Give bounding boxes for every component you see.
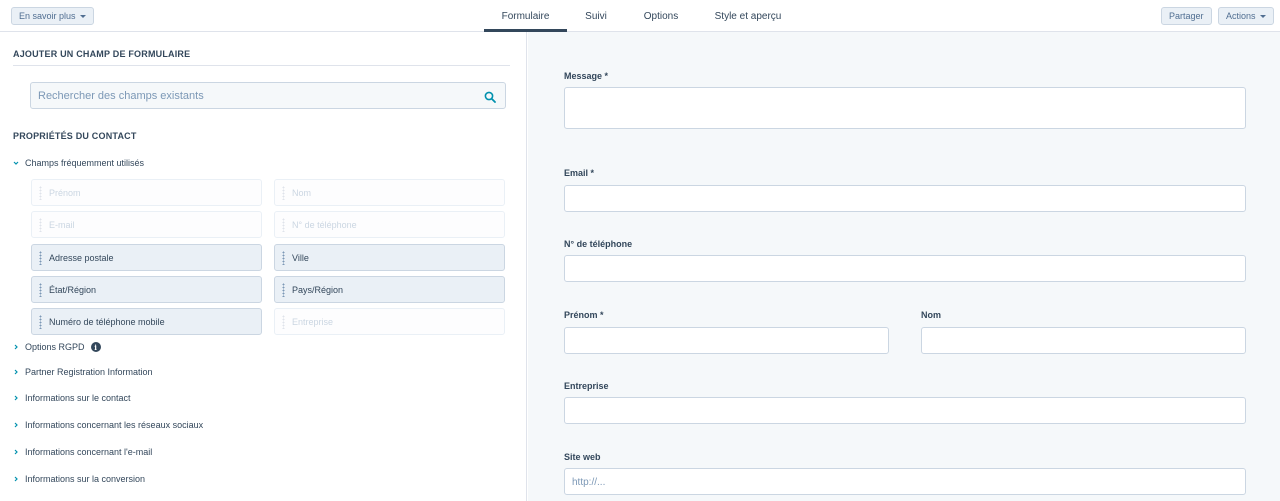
field-chip-label: Adresse postale xyxy=(49,252,114,263)
top-bar: En savoir plus Formulaire Suivi Options … xyxy=(0,0,1280,32)
lastname-label: Nom xyxy=(921,310,941,320)
message-textarea[interactable] xyxy=(564,87,1246,129)
firstname-input[interactable] xyxy=(564,327,889,354)
drag-handle-icon[interactable] xyxy=(39,315,42,329)
tab-formulaire[interactable]: Formulaire xyxy=(484,0,567,32)
drag-handle-icon[interactable] xyxy=(39,283,42,297)
tab-label: Suivi xyxy=(585,10,607,22)
field-chip-label: Numéro de téléphone mobile xyxy=(49,316,165,327)
actions-label: Actions xyxy=(1226,11,1256,21)
chevron-right-icon xyxy=(13,369,19,375)
field-chip-telephone: N° de téléphone xyxy=(274,211,505,238)
field-chip-prenom: Prénom xyxy=(31,179,262,206)
drag-handle-icon xyxy=(282,186,285,200)
field-sidebar: AJOUTER UN CHAMP DE FORMULAIRE Recherche… xyxy=(0,32,527,501)
field-chip-entreprise: Entreprise xyxy=(274,308,505,335)
company-label: Entreprise xyxy=(564,381,609,391)
divider xyxy=(13,65,510,66)
lastname-input[interactable] xyxy=(921,327,1246,354)
group-partner-registration[interactable]: Partner Registration Information xyxy=(13,367,153,377)
field-chip-label: État/Région xyxy=(49,284,97,295)
tab-style-apercu[interactable]: Style et aperçu xyxy=(706,0,790,32)
field-chip-label: Pays/Région xyxy=(292,284,344,295)
website-input[interactable]: http://... xyxy=(564,468,1246,495)
group-label: Partner Registration Information xyxy=(25,367,153,377)
firstname-label: Prénom * xyxy=(564,310,604,320)
group-email-info[interactable]: Informations concernant l'e-mail xyxy=(13,447,152,457)
company-input[interactable] xyxy=(564,397,1246,424)
group-label: Options RGPD xyxy=(25,342,85,352)
search-placeholder: Rechercher des champs existants xyxy=(38,90,204,102)
actions-button[interactable]: Actions xyxy=(1218,7,1274,25)
tab-suivi[interactable]: Suivi xyxy=(574,0,618,32)
caret-down-icon xyxy=(79,14,86,18)
field-chip-label: N° de téléphone xyxy=(292,219,357,230)
field-chip-pays-region[interactable]: Pays/Région xyxy=(274,276,505,303)
website-placeholder: http://... xyxy=(572,477,606,488)
field-chip-email: E-mail xyxy=(31,211,262,238)
search-field[interactable]: Rechercher des champs existants xyxy=(30,82,506,109)
field-chip-label: Ville xyxy=(292,252,309,263)
email-label: Email * xyxy=(564,168,595,178)
website-label: Site web xyxy=(564,452,601,462)
learn-more-label: En savoir plus xyxy=(19,11,76,21)
tab-label: Options xyxy=(643,10,679,22)
share-button[interactable]: Partager xyxy=(1161,7,1212,25)
tab-options[interactable]: Options xyxy=(636,0,686,32)
field-chip-etat-region[interactable]: État/Région xyxy=(31,276,262,303)
share-label: Partager xyxy=(1169,11,1204,21)
chevron-down-icon xyxy=(13,160,19,166)
field-chip-ville[interactable]: Ville xyxy=(274,244,505,271)
chevron-right-icon xyxy=(13,344,19,350)
learn-more-button[interactable]: En savoir plus xyxy=(11,7,94,25)
drag-handle-icon xyxy=(282,218,285,232)
drag-handle-icon xyxy=(39,186,42,200)
field-chip-label: Prénom xyxy=(49,187,81,198)
contact-properties-title: PROPRIÉTÉS DU CONTACT xyxy=(13,131,137,141)
group-label: Informations sur la conversion xyxy=(25,474,146,484)
field-chip-adresse[interactable]: Adresse postale xyxy=(31,244,262,271)
group-conversion-info[interactable]: Informations sur la conversion xyxy=(13,474,145,484)
drag-handle-icon xyxy=(39,218,42,232)
group-contact-info[interactable]: Informations sur le contact xyxy=(13,393,131,403)
tab-label: Formulaire xyxy=(501,10,550,22)
drag-handle-icon xyxy=(282,315,285,329)
field-chip-label: E-mail xyxy=(49,219,75,230)
drag-handle-icon[interactable] xyxy=(39,251,42,265)
field-chip-mobile[interactable]: Numéro de téléphone mobile xyxy=(31,308,262,335)
email-input[interactable] xyxy=(564,185,1246,212)
drag-handle-icon[interactable] xyxy=(282,251,285,265)
tab-label: Style et aperçu xyxy=(714,10,782,22)
group-label: Informations concernant les réseaux soci… xyxy=(25,420,204,430)
group-label: Champs fréquemment utilisés xyxy=(25,158,145,168)
search-icon[interactable] xyxy=(484,90,496,103)
add-field-title: AJOUTER UN CHAMP DE FORMULAIRE xyxy=(13,49,191,59)
chevron-right-icon xyxy=(13,476,19,482)
drag-handle-icon[interactable] xyxy=(282,283,285,297)
group-frequent-fields[interactable]: Champs fréquemment utilisés xyxy=(13,158,144,168)
field-chip-nom: Nom xyxy=(274,179,505,206)
phone-label: N° de téléphone xyxy=(564,239,633,249)
form-preview: Message * Email * N° de téléphone Prénom… xyxy=(528,32,1280,501)
caret-down-icon xyxy=(1259,14,1266,18)
group-label: Informations sur le contact xyxy=(25,393,131,403)
info-icon[interactable]: i xyxy=(90,342,101,352)
message-label: Message * xyxy=(564,71,609,81)
group-social-info[interactable]: Informations concernant les réseaux soci… xyxy=(13,420,203,430)
chevron-right-icon xyxy=(13,422,19,428)
group-label: Informations concernant l'e-mail xyxy=(25,447,153,457)
phone-input[interactable] xyxy=(564,255,1246,282)
chevron-right-icon xyxy=(13,395,19,401)
chevron-right-icon xyxy=(13,449,19,455)
field-chip-label: Entreprise xyxy=(292,316,334,327)
field-chip-label: Nom xyxy=(292,187,312,198)
group-options-rgpd[interactable]: Options RGPD i xyxy=(13,342,101,352)
